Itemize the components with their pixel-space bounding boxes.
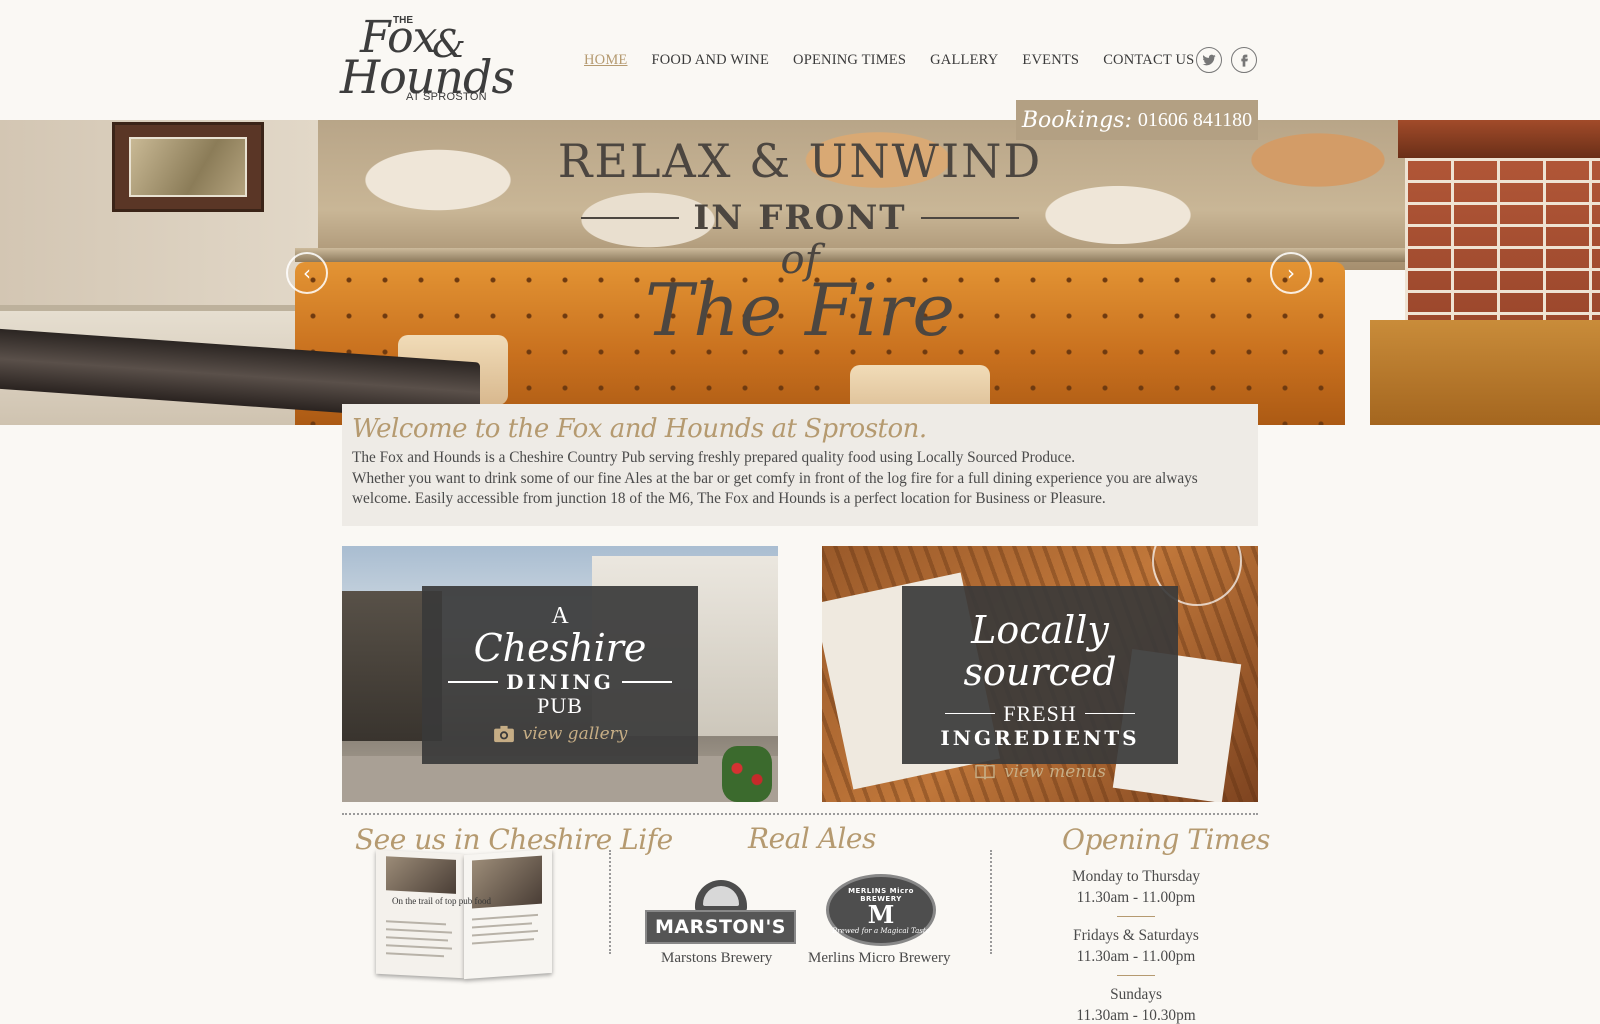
flower-planter (722, 746, 772, 802)
merlins-logo-tagline: Brewed for a Magical Taste (832, 927, 930, 935)
page: THE Fox & Hounds AT SPROSTON HOME FOOD A… (0, 0, 1600, 1024)
bookings-banner[interactable]: Bookings: 01606 841180 (1016, 100, 1258, 140)
real-ales-title: Real Ales (748, 822, 876, 855)
nav-opening-times[interactable]: OPENING TIMES (793, 52, 906, 69)
chevron-right-icon: › (1287, 261, 1295, 285)
merlins-logo-mark: M (867, 900, 895, 929)
camera-icon (493, 725, 514, 743)
hero-picture-frame (112, 122, 264, 212)
opening-times-title: Opening Times (1062, 823, 1270, 856)
hours-separator (1117, 916, 1155, 917)
divider (581, 217, 680, 219)
column-divider (609, 850, 611, 954)
promo-tile-gallery[interactable]: A Cheshire DINING PUB view gallery (342, 546, 778, 802)
marstons-crest-icon (695, 880, 747, 912)
hours-days: Monday to Thursday (1071, 868, 1201, 885)
promo-tile-menus[interactable]: Locally sourced FRESH INGREDIENTS view m… (822, 546, 1258, 802)
slider-next-button[interactable]: › (1270, 252, 1312, 294)
hero-line-4: The Fire (645, 268, 955, 352)
hours-row: Monday to Thursday 11.30am - 11.00pm (1050, 866, 1222, 908)
welcome-title: Welcome to the Fox and Hounds at Sprosto… (352, 414, 927, 444)
hero-line-1: RELAX & UNWIND (557, 134, 1043, 188)
hours-separator (1117, 975, 1155, 976)
nav-home[interactable]: HOME (584, 52, 628, 69)
promo-box-menus: Locally sourced FRESH INGREDIENTS view m… (902, 586, 1178, 782)
facebook-icon[interactable] (1231, 47, 1257, 73)
welcome-body: Whether you want to drink some of our fi… (352, 469, 1198, 508)
view-menus-link[interactable]: view menus (974, 762, 1106, 782)
site-logo[interactable]: THE Fox & Hounds AT SPROSTON (340, 12, 525, 108)
promo-fresh-row: FRESH (902, 700, 1178, 726)
magazine-left-page (376, 849, 464, 979)
slider-prev-button[interactable]: ‹ (286, 252, 328, 294)
hours-row: Sundays 11.30am - 10.30pm (1050, 984, 1222, 1024)
twitter-icon[interactable] (1196, 47, 1222, 73)
hero-side-table (1370, 320, 1600, 425)
chevron-left-icon: ‹ (303, 261, 311, 285)
merlins-logo[interactable]: MERLINS Micro BREWERY M Brewed for a Mag… (826, 874, 936, 946)
marstons-logo[interactable]: MARSTON'S (645, 880, 796, 946)
marstons-wordmark: MARSTON'S (645, 910, 796, 944)
promo-a: A (551, 603, 569, 629)
view-gallery-link[interactable]: view gallery (493, 723, 628, 744)
logo-location: AT SPROSTON (406, 91, 487, 103)
hero-line-2: IN FRONT (693, 198, 907, 238)
nav-events[interactable]: EVENTS (1022, 52, 1079, 69)
book-icon (975, 764, 995, 780)
column-divider (990, 850, 992, 954)
hours-times: 11.30am - 11.00pm (1076, 889, 1196, 906)
hours-row: Fridays & Saturdays 11.30am - 11.00pm (1050, 925, 1222, 967)
magazine-headline: On the trail of top pub food (392, 896, 491, 906)
divider (920, 217, 1019, 219)
promo-caps2: PUB (537, 692, 583, 718)
promo-caps: INGREDIENTS (940, 725, 1140, 750)
opening-hours-list: Monday to Thursday 11.30am - 11.00pm Fri… (1050, 866, 1222, 1024)
nav-contact-us[interactable]: CONTACT US (1103, 52, 1194, 69)
view-gallery-label: view gallery (522, 723, 628, 744)
view-menus-label: view menus (1004, 761, 1106, 782)
nav-food-and-wine[interactable]: FOOD AND WINE (652, 52, 770, 69)
hours-times: 11.30am - 10.30pm (1076, 1007, 1196, 1024)
promo-caps2: FRESH (1003, 700, 1077, 726)
promo-dining-row: DINING (422, 670, 698, 694)
cheshire-life-magazine[interactable]: On the trail of top pub food (372, 848, 554, 980)
main-nav: HOME FOOD AND WINE OPENING TIMES GALLERY… (584, 52, 1194, 69)
promo-script: Cheshire (473, 626, 647, 670)
welcome-panel: Welcome to the Fox and Hounds at Sprosto… (342, 404, 1258, 526)
bookings-label: Bookings: (1021, 107, 1132, 133)
hero-line-2-row: IN FRONT (540, 198, 1060, 238)
hero-headline: RELAX & UNWIND IN FRONT of The Fire (540, 138, 1060, 346)
hours-times: 11.30am - 11.00pm (1076, 948, 1196, 965)
hours-days: Fridays & Saturdays (1073, 927, 1199, 944)
hero-mantel (1398, 120, 1600, 158)
promo-box-gallery: A Cheshire DINING PUB view gallery (422, 586, 698, 764)
promo-caps: DINING (506, 669, 614, 694)
merlins-caption: Merlins Micro Brewery (808, 950, 951, 966)
nav-gallery[interactable]: GALLERY (930, 52, 998, 69)
promo-script: Locally sourced (963, 608, 1117, 694)
magazine-right-page (464, 848, 552, 980)
marstons-caption: Marstons Brewery (661, 950, 773, 966)
bookings-phone[interactable]: 01606 841180 (1138, 109, 1252, 132)
hours-days: Sundays (1110, 986, 1162, 1003)
welcome-intro: The Fox and Hounds is a Cheshire Country… (352, 449, 1076, 466)
section-divider (342, 813, 1258, 815)
